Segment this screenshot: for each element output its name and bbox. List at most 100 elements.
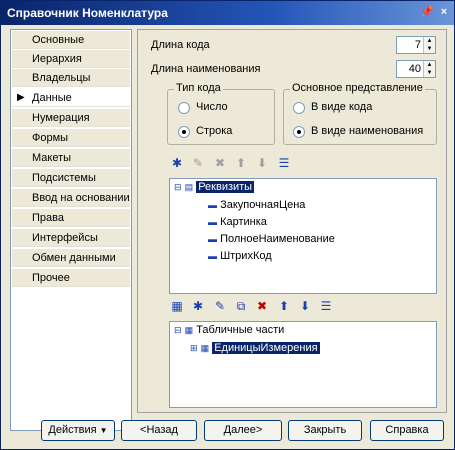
sidebar-item-numbering[interactable]: Нумерация	[12, 109, 130, 127]
main-presentation-legend: Основное представление	[290, 82, 425, 94]
sidebar-item-label: Владельцы	[32, 72, 91, 84]
sidebar-item-label: Макеты	[32, 152, 72, 164]
move-up-icon[interactable]: ⬆	[233, 155, 249, 171]
attribute-node[interactable]: ▬ ЗакупочнаяЦена	[208, 199, 305, 211]
sidebar-item-label: Прочее	[32, 272, 70, 284]
actions-button[interactable]: Действия ▼	[41, 420, 115, 441]
sidebar-item-label: Формы	[32, 132, 69, 144]
attributes-root-label: Реквизиты	[196, 181, 255, 193]
attribute-label: ПолноеНаименование	[220, 233, 335, 245]
stepper-arrows-icon[interactable]: ▲ ▼	[423, 61, 435, 77]
attributes-icon: ▤	[184, 182, 194, 192]
code-type-string-radio[interactable]	[178, 126, 190, 138]
sidebar-item-data[interactable]: ▶ Данные	[12, 89, 130, 107]
collapse-icon[interactable]: ⊟	[174, 325, 182, 336]
dropdown-arrow-icon: ▼	[99, 426, 108, 435]
move-down-icon[interactable]: ⬇	[297, 298, 313, 314]
help-label: Справка	[385, 424, 429, 436]
attribute-label: Картинка	[220, 216, 267, 228]
code-length-stepper[interactable]: 7 ▲ ▼	[396, 36, 436, 54]
add-table-icon[interactable]: ▦	[169, 298, 185, 314]
attribute-icon: ▬	[208, 200, 217, 210]
attributes-toolbar: ✱ ✎ ✖ ⬆ ⬇ ☰	[169, 155, 309, 173]
sidebar-item-interfaces[interactable]: Интерфейсы	[12, 229, 130, 247]
code-length-value: 7	[414, 39, 421, 51]
delete-attribute-icon[interactable]: ✖	[212, 155, 228, 171]
stepper-arrows-icon[interactable]: ▲ ▼	[423, 37, 435, 53]
attribute-icon: ▬	[208, 234, 217, 244]
sidebar-item-rights[interactable]: Права	[12, 209, 130, 227]
data-panel: Длина кода 7 ▲ ▼ Длина наименования 40 ▲ ▼…	[137, 29, 447, 413]
presentation-code-radio[interactable]	[293, 102, 305, 114]
sidebar-item-label: Иерархия	[32, 53, 82, 65]
name-length-stepper[interactable]: 40 ▲ ▼	[396, 60, 436, 78]
move-up-icon[interactable]: ⬆	[276, 298, 292, 314]
copy-icon[interactable]: ⧉	[233, 298, 249, 314]
presentation-name-label: В виде наименования	[311, 125, 424, 137]
sidebar-item-layouts[interactable]: Макеты	[12, 149, 130, 167]
expand-icon[interactable]: ⊞	[190, 343, 198, 354]
sidebar-item-label: Ввод на основании	[32, 192, 130, 204]
tabular-root-label: Табличные части	[196, 324, 285, 336]
presentation-name-radio[interactable]	[293, 126, 305, 138]
code-type-number-radio[interactable]	[178, 102, 190, 114]
close-icon[interactable]: ×	[436, 5, 452, 20]
sidebar-item-label: Подсистемы	[32, 172, 96, 184]
delete-icon[interactable]: ✖	[254, 298, 270, 314]
add-attribute-icon[interactable]: ✱	[169, 155, 185, 171]
sort-icon[interactable]: ☰	[318, 298, 334, 314]
sidebar-item-label: Интерфейсы	[32, 232, 98, 244]
help-button[interactable]: Справка	[370, 420, 444, 441]
sidebar-item-input-basis[interactable]: Ввод на основании	[12, 189, 130, 207]
add-attribute-icon[interactable]: ✱	[190, 298, 206, 314]
attribute-icon: ▬	[208, 251, 217, 261]
attributes-root-node[interactable]: ⊟ ▤ Реквизиты	[174, 181, 255, 193]
code-length-label: Длина кода	[151, 39, 210, 51]
attributes-tree[interactable]: ⊟ ▤ Реквизиты ▬ ЗакупочнаяЦена ▬ Картинк…	[169, 178, 437, 294]
back-button[interactable]: <Назад	[121, 420, 197, 441]
close-label: Закрыть	[303, 424, 347, 436]
next-label: Далее>	[223, 424, 263, 436]
code-type-group: Тип кода Число Строка	[167, 82, 275, 145]
sort-icon[interactable]: ☰	[276, 155, 292, 171]
attribute-node[interactable]: ▬ ПолноеНаименование	[208, 233, 335, 245]
code-type-number-label: Число	[196, 101, 228, 113]
sidebar-item-subsystems[interactable]: Подсистемы	[12, 169, 130, 187]
edit-attribute-icon[interactable]: ✎	[190, 155, 206, 171]
window-title: Справочник Номенклатура	[7, 6, 168, 20]
code-type-string-label: Строка	[196, 125, 233, 137]
tabular-part-label: ЕдиницыИзмерения	[212, 342, 320, 354]
sidebar-item-hierarchy[interactable]: Иерархия	[12, 50, 130, 68]
sidebar-item-label: Права	[32, 212, 64, 224]
move-down-icon[interactable]: ⬇	[254, 155, 270, 171]
edit-attribute-icon[interactable]: ✎	[212, 298, 228, 314]
attribute-label: ШтрихКод	[220, 250, 272, 262]
current-arrow-icon: ▶	[17, 92, 25, 103]
tabular-root-node[interactable]: ⊟ ▦ Табличные части	[174, 324, 284, 336]
actions-label: Действия	[48, 424, 97, 436]
sidebar-item-owners[interactable]: Владельцы	[12, 69, 130, 87]
sidebar-item-label: Данные	[32, 92, 72, 104]
name-length-value: 40	[408, 63, 421, 75]
attribute-node[interactable]: ▬ ШтрихКод	[208, 250, 272, 262]
next-button[interactable]: Далее>	[204, 420, 282, 441]
attribute-icon: ▬	[208, 217, 217, 227]
tabular-parts-tree[interactable]: ⊟ ▦ Табличные части ⊞ ▦ ЕдиницыИзмерения	[169, 321, 437, 408]
tabular-part-node[interactable]: ⊞ ▦ ЕдиницыИзмерения	[190, 342, 320, 354]
sidebar-item-main[interactable]: Основные	[12, 31, 130, 49]
attribute-label: ЗакупочнаяЦена	[220, 199, 306, 211]
sidebar-item-other[interactable]: Прочее	[12, 269, 130, 287]
sidebar-item-label: Обмен данными	[32, 252, 116, 264]
sidebar-item-data-exchange[interactable]: Обмен данными	[12, 249, 130, 267]
close-button[interactable]: Закрыть	[288, 420, 362, 441]
sidebar-item-label: Основные	[32, 34, 85, 46]
back-label: <Назад	[140, 424, 178, 436]
sidebar-item-forms[interactable]: Формы	[12, 129, 130, 147]
pin-icon[interactable]: 📌	[419, 5, 435, 20]
table-icon: ▦	[200, 343, 210, 353]
name-length-label: Длина наименования	[151, 63, 261, 75]
sidebar: Основные Иерархия Владельцы ▶ Данные Нуме…	[10, 29, 132, 431]
collapse-icon[interactable]: ⊟	[174, 182, 182, 193]
title-bar[interactable]: Справочник Номенклатура 📌 ×	[1, 1, 454, 25]
attribute-node[interactable]: ▬ Картинка	[208, 216, 267, 228]
